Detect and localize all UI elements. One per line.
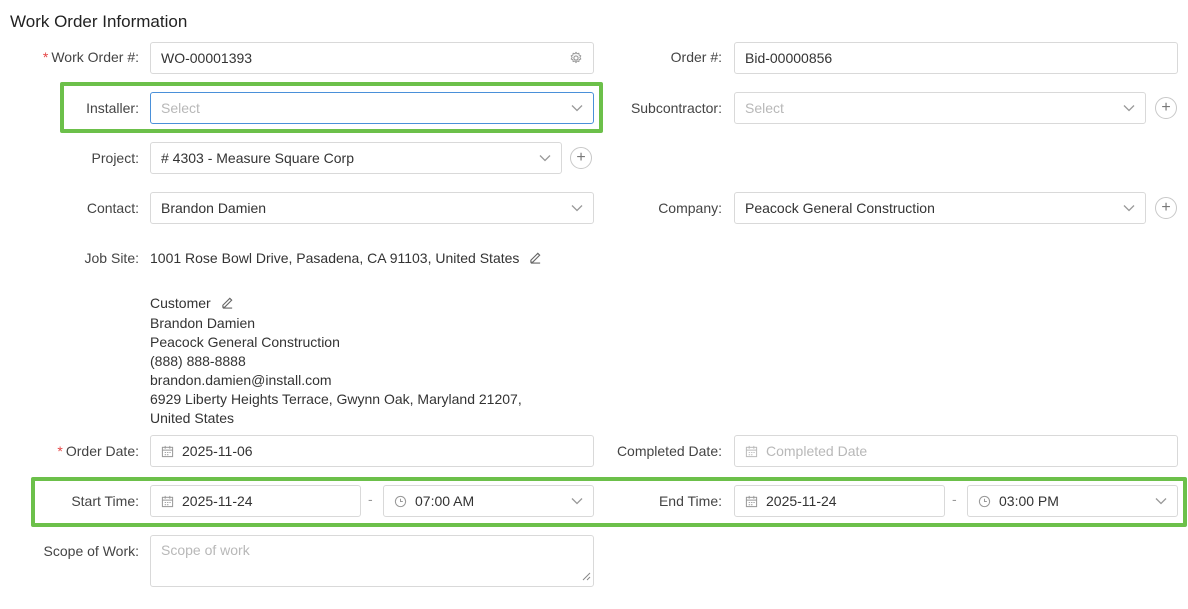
- chevron-down-icon: [1155, 497, 1167, 505]
- edit-icon[interactable]: [529, 250, 542, 269]
- end-date-value: 2025-11-24: [766, 493, 837, 509]
- start-time-separator: -: [368, 491, 373, 507]
- company-select[interactable]: Peacock General Construction: [734, 192, 1146, 224]
- calendar-icon: [161, 445, 174, 458]
- customer-heading-row: Customer: [150, 294, 522, 314]
- add-company-button[interactable]: +: [1155, 197, 1177, 219]
- company-label: Company:: [658, 200, 722, 216]
- start-time-value: 07:00 AM: [415, 493, 475, 509]
- order-date-value: 2025-11-06: [182, 443, 253, 459]
- customer-name: Brandon Damien: [150, 314, 256, 331]
- order-date-label: * Order Date:: [0, 441, 139, 461]
- customer-address-line1: 6929 Liberty Heights Terrace, Gwynn Oak,…: [150, 390, 522, 407]
- plus-icon: +: [576, 149, 586, 166]
- work-order-label: * Work Order #:: [0, 47, 139, 67]
- end-date-picker[interactable]: 2025-11-24: [734, 485, 945, 517]
- start-date-picker[interactable]: 2025-11-24: [150, 485, 361, 517]
- work-order-input[interactable]: WO-00001393: [150, 42, 594, 74]
- customer-address-line2: United States: [150, 409, 235, 426]
- project-label: Project:: [91, 150, 139, 166]
- customer-email: brandon.damien@install.com: [150, 371, 332, 388]
- subcontractor-placeholder: Select: [745, 100, 784, 116]
- order-value: Bid-00000856: [745, 50, 833, 66]
- gear-icon[interactable]: [569, 51, 583, 65]
- contact-label: Contact:: [86, 200, 139, 216]
- clock-icon: [978, 495, 991, 508]
- chevron-down-icon: [539, 154, 551, 162]
- end-time-value: 03:00 PM: [999, 493, 1059, 509]
- calendar-icon: [745, 445, 758, 458]
- job-site-label: Job Site:: [84, 250, 139, 266]
- subcontractor-select[interactable]: Select: [734, 92, 1146, 124]
- order-label: Order #:: [670, 49, 722, 65]
- resize-handle-icon[interactable]: [582, 568, 591, 584]
- section-title: Work Order Information: [10, 12, 188, 31]
- customer-phone: (888) 888-8888: [150, 352, 246, 369]
- completed-date-label: Completed Date:: [616, 443, 722, 459]
- end-time-separator: -: [952, 491, 957, 507]
- completed-date-placeholder: Completed Date: [766, 443, 868, 459]
- project-value: # 4303 - Measure Square Corp: [161, 150, 354, 166]
- add-project-button[interactable]: +: [570, 147, 592, 169]
- order-input[interactable]: Bid-00000856: [734, 42, 1178, 74]
- start-time-select[interactable]: 07:00 AM: [383, 485, 594, 517]
- start-date-value: 2025-11-24: [182, 493, 253, 509]
- customer-heading: Customer: [150, 295, 211, 311]
- plus-icon: +: [1161, 199, 1171, 216]
- contact-select[interactable]: Brandon Damien: [150, 192, 594, 224]
- company-value: Peacock General Construction: [745, 200, 935, 216]
- job-site-row: 1001 Rose Bowl Drive, Pasadena, CA 91103…: [150, 249, 542, 269]
- completed-date-picker[interactable]: Completed Date: [734, 435, 1178, 467]
- work-order-value: WO-00001393: [161, 50, 253, 66]
- edit-icon[interactable]: [221, 295, 234, 314]
- required-mark: *: [57, 443, 63, 459]
- plus-icon: +: [1161, 99, 1171, 116]
- project-select[interactable]: # 4303 - Measure Square Corp: [150, 142, 562, 174]
- installer-placeholder: Select: [161, 100, 200, 116]
- customer-block: Customer Brandon Damien Peacock General …: [150, 294, 522, 428]
- scope-of-work-label: Scope of Work:: [43, 543, 139, 559]
- add-subcontractor-button[interactable]: +: [1155, 97, 1177, 119]
- chevron-down-icon: [571, 497, 583, 505]
- installer-label: Installer:: [86, 100, 139, 116]
- start-time-label: Start Time:: [71, 493, 139, 509]
- calendar-icon: [161, 495, 174, 508]
- work-order-label-text: Work Order #:: [51, 49, 139, 65]
- required-mark: *: [42, 49, 49, 65]
- chevron-down-icon: [571, 204, 583, 212]
- chevron-down-icon: [1123, 104, 1135, 112]
- clock-icon: [394, 495, 407, 508]
- chevron-down-icon: [1123, 204, 1135, 212]
- subcontractor-label: Subcontractor:: [630, 100, 722, 116]
- scope-of-work-placeholder: Scope of work: [161, 542, 250, 558]
- installer-select[interactable]: Select: [150, 92, 594, 124]
- contact-value: Brandon Damien: [161, 200, 267, 216]
- order-date-picker[interactable]: 2025-11-06: [150, 435, 594, 467]
- calendar-icon: [745, 495, 758, 508]
- end-time-select[interactable]: 03:00 PM: [967, 485, 1178, 517]
- job-site-value: 1001 Rose Bowl Drive, Pasadena, CA 91103…: [150, 250, 520, 266]
- end-time-label: End Time:: [658, 493, 722, 509]
- scope-of-work-textarea[interactable]: Scope of work: [150, 535, 594, 587]
- chevron-down-icon: [571, 104, 583, 112]
- customer-company: Peacock General Construction: [150, 333, 340, 350]
- order-date-label-text: Order Date:: [65, 443, 139, 459]
